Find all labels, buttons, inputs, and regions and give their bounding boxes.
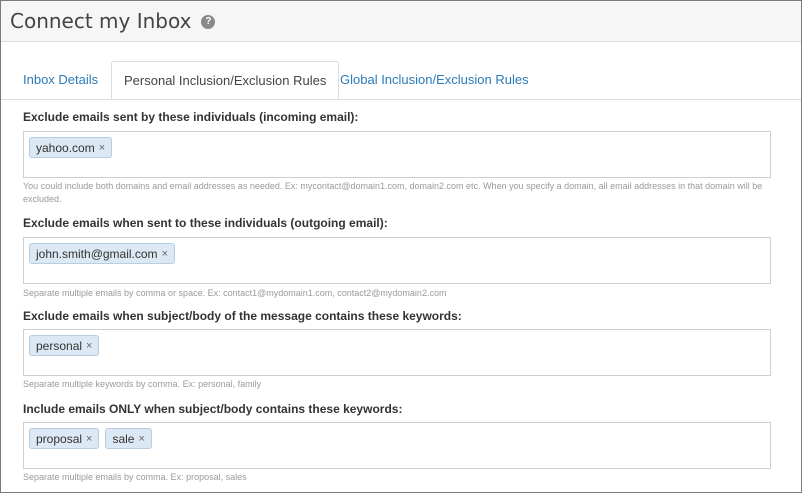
remove-tag-icon[interactable]: × [86,340,92,352]
tag-label: john.smith@gmail.com [36,246,158,261]
section-label: Include emails ONLY when subject/body co… [23,402,403,416]
tab-personal-rules[interactable]: Personal Inclusion/Exclusion Rules [111,61,340,99]
tag-label: yahoo.com [36,140,95,155]
help-text: You could include both domains and email… [23,181,763,204]
exclude-incoming-input[interactable]: yahoo.com × [23,131,771,178]
tag-chip: yahoo.com × [29,137,113,158]
remove-tag-icon[interactable]: × [99,142,105,154]
section-label: Exclude emails when subject/body of the … [23,309,462,323]
tab-inbox-details[interactable]: Inbox Details [23,61,98,99]
tag-label: sale [112,431,135,446]
help-text: Separate multiple emails by comma or spa… [23,288,447,298]
help-text: Separate multiple keywords by comma. Ex:… [23,379,262,389]
exclude-keywords-input[interactable]: personal × [23,329,771,376]
remove-tag-icon[interactable]: × [86,433,92,445]
exclude-outgoing-input[interactable]: john.smith@gmail.com × [23,237,771,284]
section-label: Exclude emails sent by these individuals… [23,110,359,124]
tag-chip: john.smith@gmail.com × [29,243,175,264]
section-exclude-outgoing: Exclude emails when sent to these indivi… [23,215,772,298]
connect-inbox-panel: Connect my Inbox ? Inbox Details Persona… [0,0,802,493]
section-exclude-keywords: Exclude emails when subject/body of the … [23,308,772,389]
tag-label: proposal [36,431,83,446]
page-header: Connect my Inbox ? [1,1,801,42]
remove-tag-icon[interactable]: × [162,248,168,260]
tag-chip: sale × [105,428,152,449]
tag-chip: proposal × [29,428,100,449]
help-text: Separate multiple emails by comma. Ex: p… [23,472,247,482]
tab-bar: Inbox Details Personal Inclusion/Exclusi… [1,61,801,100]
remove-tag-icon[interactable]: × [138,433,144,445]
tag-label: personal [36,338,83,353]
include-keywords-input[interactable]: proposal × sale × [23,422,771,469]
help-icon[interactable]: ? [201,15,216,29]
section-include-keywords: Include emails ONLY when subject/body co… [23,401,772,482]
page-title: Connect my Inbox [10,9,192,33]
section-exclude-incoming: Exclude emails sent by these individuals… [23,109,772,204]
tag-chip: personal × [29,335,100,356]
section-label: Exclude emails when sent to these indivi… [23,216,388,230]
tab-global-rules[interactable]: Global Inclusion/Exclusion Rules [340,61,529,99]
